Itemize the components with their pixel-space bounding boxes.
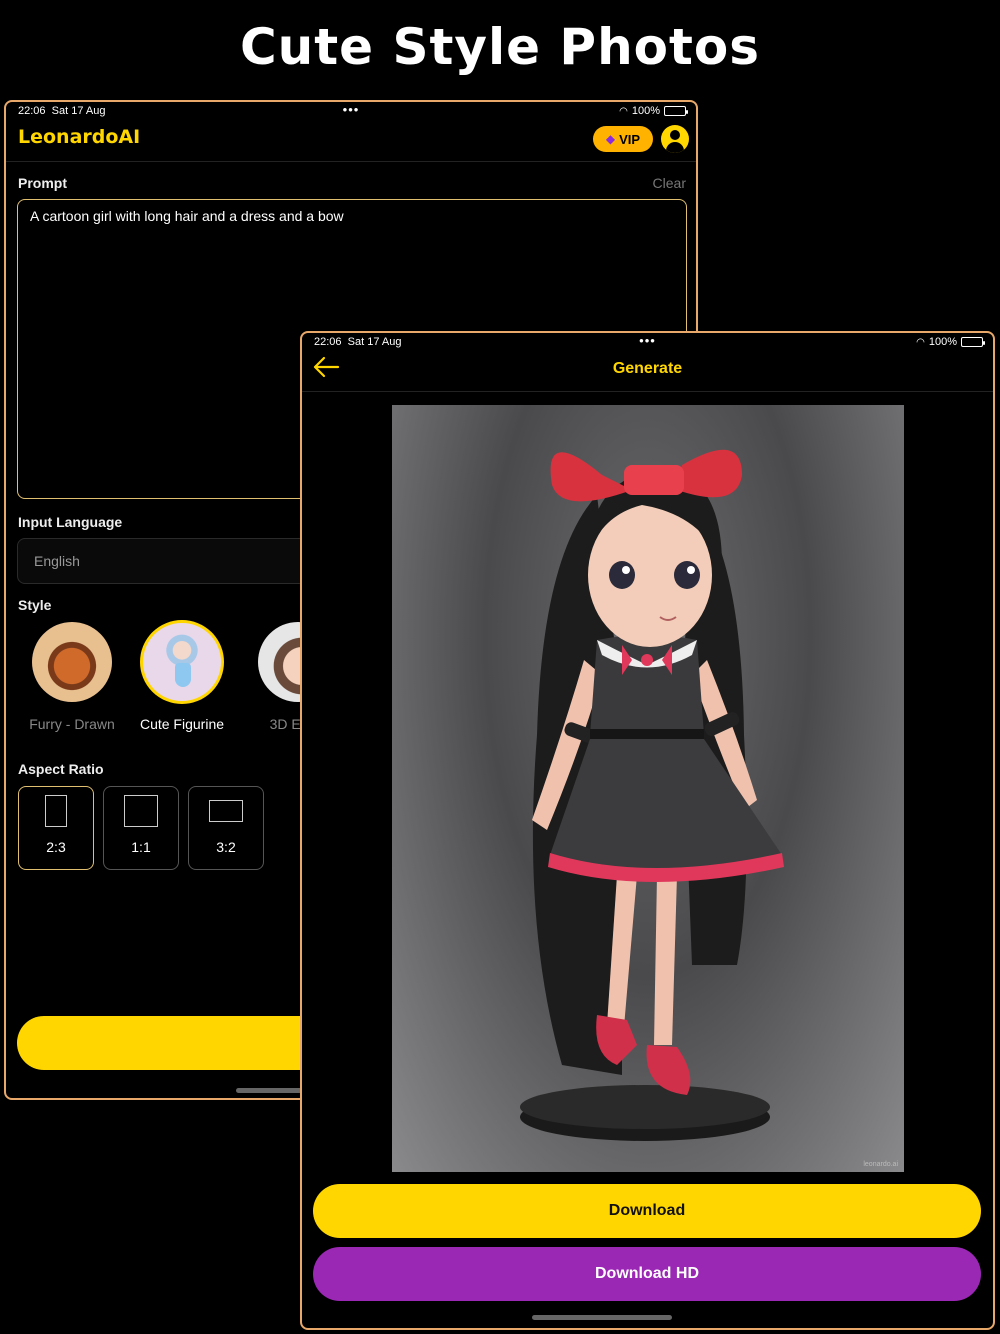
portrait-shape-icon: [45, 795, 67, 827]
clear-button[interactable]: Clear: [653, 175, 686, 191]
landscape-shape-icon: [209, 800, 243, 822]
style-thumbnail: [32, 622, 112, 702]
header-divider: [302, 391, 993, 392]
generate-screen: 22:06 Sat 17 Aug ••• ◠ 100% Generate leo…: [300, 331, 995, 1330]
header-divider: [6, 161, 696, 162]
aspect-ratio-label-text: 3:2: [216, 839, 236, 855]
headline: Cute Style Photos: [239, 18, 761, 76]
aspect-ratio-label-text: 1:1: [131, 839, 151, 855]
style-item-label: Furry - Drawn: [29, 716, 115, 732]
status-time: 22:06 Sat 17 Aug: [18, 105, 106, 117]
style-item-label: Cute Figurine: [139, 716, 225, 732]
status-time: 22:06 Sat 17 Aug: [314, 336, 402, 348]
battery-percent: 100%: [928, 336, 957, 348]
profile-icon[interactable]: [661, 125, 689, 153]
aspect-ratio-3-2[interactable]: 3:2: [188, 786, 264, 870]
style-thumbnail: [140, 620, 224, 704]
battery-icon: [961, 337, 985, 347]
style-item-cute-figurine[interactable]: Cute Figurine: [127, 620, 237, 732]
aspect-ratio-label-text: 2:3: [46, 839, 66, 855]
download-hd-button[interactable]: Download HD: [313, 1247, 981, 1301]
input-language-label: Input Language: [18, 514, 123, 530]
figurine-illustration: [520, 449, 784, 1141]
battery-icon: [664, 106, 688, 116]
download-button[interactable]: Download: [313, 1184, 981, 1238]
wifi-icon: ◠: [619, 105, 628, 117]
style-label: Style: [18, 597, 52, 613]
aspect-ratio-1-1[interactable]: 1:1: [103, 786, 179, 870]
image-watermark: leonardo.ai: [863, 1161, 898, 1168]
square-shape-icon: [124, 795, 158, 827]
multitask-dots-icon[interactable]: •••: [639, 333, 656, 348]
aspect-ratio-2-3[interactable]: 2:3: [18, 786, 94, 870]
generated-image[interactable]: leonardo.ai: [392, 405, 904, 1172]
multitask-dots-icon[interactable]: •••: [343, 102, 360, 117]
prompt-label: Prompt: [18, 175, 67, 191]
page-title: Generate: [612, 360, 683, 377]
status-bar: 22:06 Sat 17 Aug ••• ◠ 100%: [6, 102, 696, 122]
app-brand: LeonardoAI: [18, 126, 141, 148]
vip-button[interactable]: ◆ VIP: [593, 126, 653, 152]
home-indicator: [532, 1315, 672, 1320]
battery-percent: 100%: [631, 105, 660, 117]
style-item-furry-drawn[interactable]: Furry - Drawn: [17, 622, 127, 732]
wifi-icon: ◠: [916, 336, 925, 348]
vip-label: VIP: [619, 131, 641, 147]
diamond-icon: ◆: [605, 132, 616, 146]
status-bar: 22:06 Sat 17 Aug ••• ◠ 100%: [302, 333, 993, 353]
aspect-ratio-label: Aspect Ratio: [18, 761, 104, 777]
